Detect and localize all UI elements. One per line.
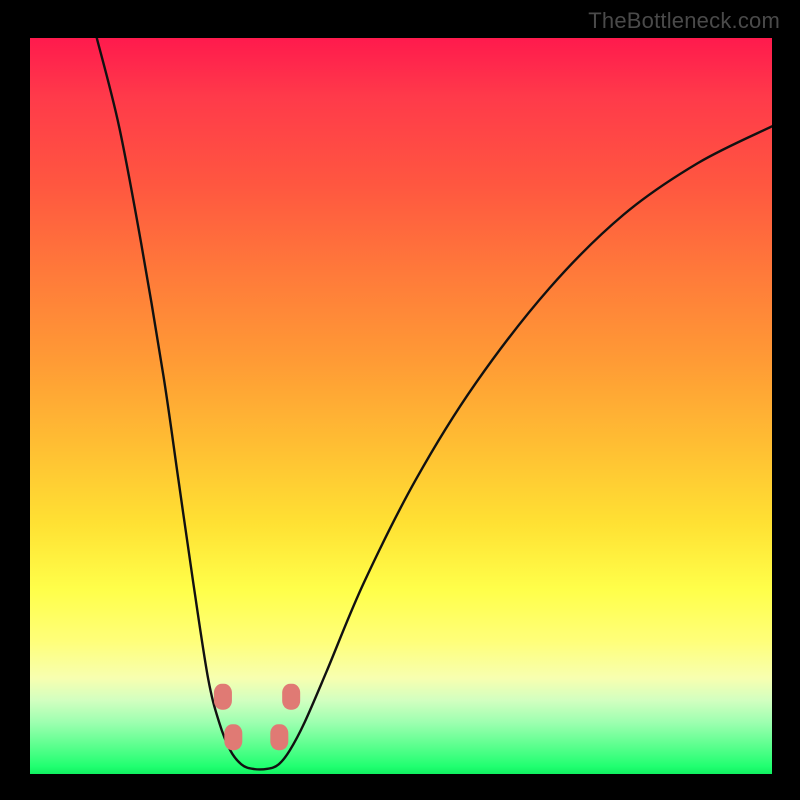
marker-group — [214, 684, 300, 750]
plot-area — [30, 38, 772, 774]
curve-marker-0 — [214, 684, 232, 710]
attribution-label: TheBottleneck.com — [588, 8, 780, 34]
chart-container: TheBottleneck.com — [0, 0, 800, 800]
curve-marker-1 — [224, 724, 242, 750]
curve-layer — [30, 38, 772, 774]
curve-marker-3 — [282, 684, 300, 710]
bottleneck-curve — [97, 38, 772, 769]
curve-marker-2 — [270, 724, 288, 750]
